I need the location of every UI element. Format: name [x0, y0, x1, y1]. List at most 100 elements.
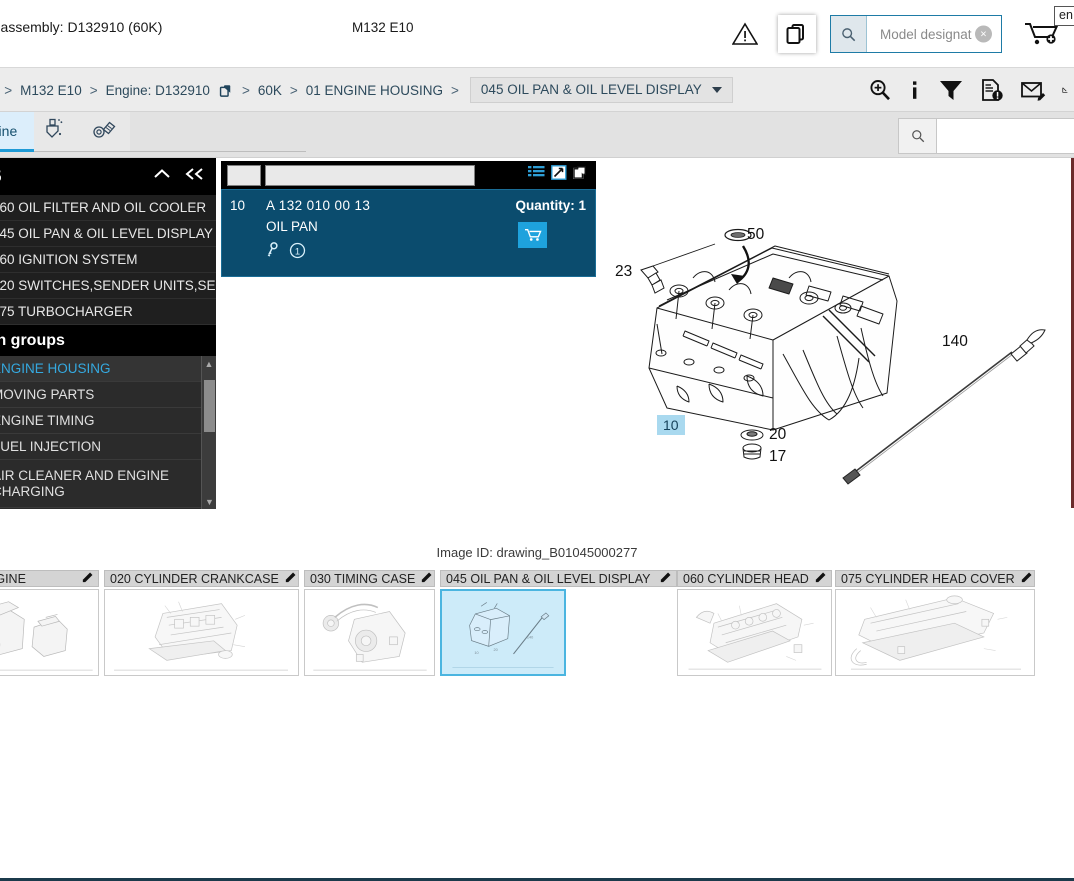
thumbnail-caption-cylinder-head[interactable]: 060 CYLINDER HEAD	[677, 570, 832, 587]
breadcrumb-active-label: 045 OIL PAN & OIL LEVEL DISPLAY	[480, 82, 702, 97]
quantity-value: 1	[578, 198, 586, 213]
part-search-input[interactable]	[265, 164, 475, 186]
main-group-item-air-cleaner[interactable]: AIR CLEANER AND ENGINE CHARGING	[0, 460, 216, 508]
warning-triangle-icon[interactable]	[722, 12, 768, 56]
breadcrumb-separator: >	[451, 82, 459, 98]
breadcrumb-item-3[interactable]: 60K	[255, 83, 285, 98]
main-groups-header: in groups	[0, 325, 216, 356]
thumbnail-cylinder-crankcase[interactable]: 020 CYLINDER CRANKCASE	[104, 570, 299, 676]
edit-icon[interactable]	[660, 571, 672, 586]
thumbnail-label: 060 CYLINDER HEAD	[683, 571, 809, 586]
breadcrumb-separator: >	[241, 82, 250, 98]
thumbnail-caption-engine[interactable]: ENGINE	[0, 570, 99, 587]
info-icon[interactable]	[908, 78, 922, 102]
breadcrumb-active-dropdown[interactable]: 045 OIL PAN & OIL LEVEL DISPLAY	[469, 77, 733, 103]
callout-140[interactable]: 140	[942, 333, 968, 351]
thumbnail-oil-pan[interactable]: 045 OIL PAN & OIL LEVEL DISPLAY 10 20 14…	[440, 570, 677, 676]
subgroup-thumbnail-strip: ENGINE 020 CYLI	[0, 570, 1074, 682]
tab-engine[interactable]: gine	[0, 112, 34, 152]
breadcrumb-item-2[interactable]: Engine: D132910	[103, 83, 213, 98]
thumbnail-image-cylinder-head-cover[interactable]	[835, 589, 1035, 676]
thumbnail-engine[interactable]: ENGINE	[0, 570, 99, 676]
main-group-item-engine-timing[interactable]: ENGINE TIMING	[0, 408, 216, 434]
part-position-filter-input[interactable]	[227, 164, 261, 186]
edit-icon[interactable]	[421, 571, 433, 586]
sidebar-item-1[interactable]: 045 OIL PAN & OIL LEVEL DISPLAY	[0, 221, 216, 247]
scroll-down-icon[interactable]: ▼	[202, 494, 216, 509]
crankcase-thumbnail-art	[114, 601, 288, 671]
main-group-item-engine-housing[interactable]: ENGINE HOUSING	[0, 356, 216, 382]
add-part-to-cart-button[interactable]	[518, 222, 547, 248]
edit-icon[interactable]	[815, 571, 827, 586]
sidebar-item-4[interactable]: 075 TURBOCHARGER	[0, 299, 216, 325]
thumbnail-cylinder-head[interactable]: 060 CYLINDER HEAD	[677, 570, 832, 676]
scroll-up-icon[interactable]: ▲	[202, 356, 216, 371]
key-icon[interactable]	[266, 242, 280, 264]
toolbar-search-icon[interactable]	[899, 119, 937, 153]
model-search[interactable]: Model designat ×	[830, 15, 1002, 53]
thumbnail-caption-timing-case[interactable]: 030 TIMING CASE	[304, 570, 435, 587]
sidebar-item-0[interactable]: 060 OIL FILTER AND OIL COOLER	[0, 195, 216, 221]
chevron-up-icon[interactable]	[152, 167, 172, 186]
drawing-canvas[interactable]: 50 23 140 10 20 17	[597, 158, 1074, 508]
footnote-1-icon[interactable]: 1	[289, 242, 306, 264]
edit-icon[interactable]	[285, 571, 297, 586]
model-search-input[interactable]: Model designat ×	[867, 16, 1001, 52]
main-group-label: AIR CLEANER AND ENGINE CHARGING	[0, 467, 170, 499]
tab-fastener[interactable]	[82, 112, 130, 152]
scrollbar-thumb[interactable]	[204, 380, 215, 432]
main-group-item-moving-parts[interactable]: MOVING PARTS	[0, 382, 216, 408]
part-number[interactable]: A 132 010 00 13	[266, 198, 370, 213]
callout-50[interactable]: 50	[747, 226, 764, 244]
thumbnail-label: 075 CYLINDER HEAD COVER	[841, 571, 1015, 586]
thumbnail-timing-case[interactable]: 030 TIMING CASE	[304, 570, 435, 676]
mail-edit-icon[interactable]	[1020, 78, 1046, 102]
edit-icon[interactable]	[82, 571, 94, 586]
toolbar-search[interactable]	[898, 118, 1074, 154]
edit-icon[interactable]	[1021, 571, 1033, 586]
main-group-item-fuel-injection[interactable]: FUEL INJECTION	[0, 434, 216, 460]
thumbnail-image-engine[interactable]	[0, 589, 99, 676]
search-icon[interactable]	[831, 16, 867, 52]
copy-documents-icon[interactable]	[778, 15, 816, 53]
callout-23[interactable]: 23	[615, 263, 632, 281]
thumbnail-cylinder-head-cover[interactable]: 075 CYLINDER HEAD COVER	[835, 570, 1035, 676]
clear-search-icon[interactable]: ×	[975, 25, 992, 43]
svg-text:10: 10	[474, 651, 478, 655]
part-quantity: Quantity: 1	[515, 198, 586, 213]
callout-10-selected[interactable]: 10	[657, 415, 685, 435]
list-view-icon[interactable]	[528, 165, 545, 185]
sidebar-item-2[interactable]: 060 IGNITION SYSTEM	[0, 247, 216, 273]
callout-20[interactable]: 20	[769, 426, 786, 444]
thumbnail-caption-oil-pan[interactable]: 045 OIL PAN & OIL LEVEL DISPLAY	[440, 570, 677, 587]
sidebar-group-list: 060 OIL FILTER AND OIL COOLER 045 OIL PA…	[0, 195, 216, 325]
double-chevron-left-icon[interactable]	[184, 167, 206, 186]
partial-edit-icon[interactable]	[1062, 78, 1072, 102]
expand-view-icon[interactable]	[551, 165, 567, 185]
breadcrumb-item-4[interactable]: 01 ENGINE HOUSING	[303, 83, 446, 98]
filter-icon[interactable]	[938, 78, 964, 102]
thumbnail-image-cylinder-crankcase[interactable]	[104, 589, 299, 676]
toolbar-search-input[interactable]	[937, 119, 1074, 153]
thumbnail-image-oil-pan[interactable]: 10 20 140	[440, 589, 566, 676]
thumbnail-caption-cylinder-head-cover[interactable]: 075 CYLINDER HEAD COVER	[835, 570, 1035, 587]
breadcrumb-item-1[interactable]: M132 E10	[17, 83, 85, 98]
thumbnail-image-cylinder-head[interactable]	[677, 589, 832, 676]
main-groups-scrollbar[interactable]: ▲ ▼	[201, 356, 216, 509]
model-label: M132 E10	[352, 20, 414, 35]
copy-icon[interactable]	[573, 165, 590, 185]
top-header: r assembly: D132910 (60K) M132 E10 Model…	[0, 0, 1074, 68]
zoom-in-icon[interactable]	[868, 78, 892, 102]
thumbnail-caption-cylinder-crankcase[interactable]: 020 CYLINDER CRANKCASE	[104, 570, 299, 587]
thumbnail-image-timing-case[interactable]	[304, 589, 435, 676]
breadcrumb-bar: hart > M132 E10 > Engine: D132910 > 60K …	[0, 68, 1074, 112]
breadcrumb-copy-icon[interactable]	[213, 83, 237, 98]
svg-text:20: 20	[493, 648, 497, 652]
callout-17[interactable]: 17	[769, 448, 786, 466]
sidebar-item-3[interactable]: 120 SWITCHES,SENDER UNITS,SE...	[0, 273, 216, 299]
language-chip[interactable]: en	[1054, 6, 1074, 26]
document-alert-icon[interactable]	[980, 78, 1004, 102]
main-group-label: MOVING PARTS	[0, 386, 95, 402]
breadcrumb-separator: >	[89, 82, 98, 98]
tab-paint[interactable]	[34, 112, 82, 152]
